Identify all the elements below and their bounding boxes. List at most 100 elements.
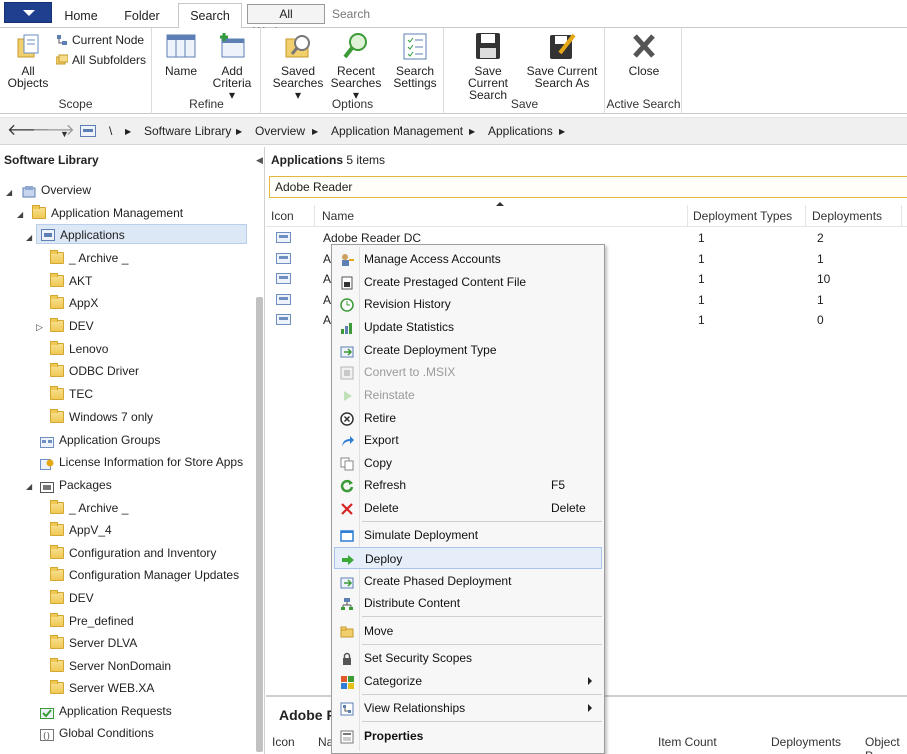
menu-item-distribute-content[interactable]: Distribute Content bbox=[334, 592, 602, 614]
menu-item-create-phased-deployment[interactable]: Create Phased Deployment bbox=[334, 570, 602, 592]
column-header-deployments[interactable]: Deployments bbox=[807, 205, 902, 227]
close-search-button[interactable]: Close bbox=[620, 31, 668, 77]
menu-item-refresh[interactable]: Refresh F5 bbox=[334, 474, 602, 496]
phased-deployment-icon bbox=[340, 574, 355, 589]
search-input[interactable]: Adobe Reader bbox=[269, 176, 907, 198]
tree-item-folder[interactable]: AppV_4 bbox=[50, 520, 112, 540]
overview-icon bbox=[22, 184, 36, 198]
tab-home[interactable]: Home bbox=[58, 4, 104, 28]
tree-item-folder[interactable]: _ Archive _ bbox=[50, 498, 128, 518]
menu-item-copy[interactable]: Copy bbox=[334, 452, 602, 474]
folder-icon bbox=[50, 272, 64, 287]
context-group-all-workspaces[interactable]: All Workspaces bbox=[247, 4, 325, 39]
floppy-disk-icon bbox=[472, 31, 504, 61]
tree-item-license-information[interactable]: License Information for Store Apps bbox=[40, 452, 243, 472]
file-menu-button[interactable] bbox=[4, 2, 52, 23]
column-header-deployment-types[interactable]: Deployment Types bbox=[688, 205, 806, 227]
application-icon bbox=[276, 294, 291, 305]
save-current-search-as-button[interactable]: Save Current Search As bbox=[525, 31, 599, 89]
name-button[interactable]: Name bbox=[163, 31, 199, 77]
tree-item-folder[interactable]: Configuration and Inventory bbox=[50, 543, 216, 563]
menu-item-delete[interactable]: Delete Delete bbox=[334, 497, 602, 519]
menu-item-retire[interactable]: Retire bbox=[334, 407, 602, 429]
menu-item-convert-to-msix[interactable]: Convert to .MSIX bbox=[334, 361, 602, 383]
save-current-search-button[interactable]: Save Current Search bbox=[453, 31, 523, 101]
tree-item-folder[interactable]: TEC bbox=[50, 384, 93, 404]
expand-toggle-icon[interactable]: ◢ bbox=[26, 482, 32, 491]
menu-item-create-deployment-type[interactable]: Create Deployment Type bbox=[334, 339, 602, 361]
menu-item-simulate-deployment[interactable]: Simulate Deployment bbox=[334, 524, 602, 546]
breadcrumb-overview[interactable]: Overview bbox=[255, 124, 305, 138]
expand-toggle-icon[interactable]: ◢ bbox=[26, 233, 32, 242]
tree-item-application-management[interactable]: Application Management bbox=[32, 203, 183, 223]
options-group-label: Options bbox=[331, 97, 374, 111]
tree-item-folder[interactable]: ODBC Driver bbox=[50, 361, 139, 381]
column-header-icon[interactable]: Icon bbox=[266, 205, 315, 227]
folder-icon bbox=[50, 634, 64, 649]
menu-item-move[interactable]: Move bbox=[334, 620, 602, 642]
tree-item-folder[interactable]: DEV bbox=[50, 588, 94, 608]
expand-arrow-icon[interactable]: ▷ bbox=[36, 322, 43, 333]
retire-icon bbox=[340, 411, 355, 426]
tree-item-folder[interactable]: AKT bbox=[50, 271, 92, 291]
tree-item-folder[interactable]: AppX bbox=[50, 293, 98, 313]
search-settings-button[interactable]: Search Settings bbox=[390, 31, 440, 89]
breadcrumb-software-library[interactable]: Software Library bbox=[144, 124, 231, 138]
column-header-name[interactable]: Name bbox=[317, 205, 688, 227]
breadcrumb-applications[interactable]: Applications bbox=[488, 124, 553, 138]
navigation-pane-scrollbar[interactable] bbox=[256, 297, 263, 752]
menu-item-create-prestaged-content-file[interactable]: Create Prestaged Content File bbox=[334, 271, 602, 293]
context-tab-search[interactable]: Search bbox=[332, 7, 370, 21]
application-icon bbox=[276, 273, 291, 284]
tree-item-application-groups[interactable]: Application Groups bbox=[40, 430, 160, 450]
tree-item-applications[interactable]: Applications bbox=[36, 224, 247, 244]
recent-searches-button[interactable]: Recent Searches ▾ bbox=[326, 31, 386, 101]
details-column-item-count[interactable]: Item Count bbox=[658, 735, 717, 749]
details-column-deployments[interactable]: Deployments bbox=[771, 735, 841, 749]
history-dropdown-icon[interactable]: ▼ bbox=[60, 126, 69, 142]
menu-item-set-security-scopes[interactable]: Set Security Scopes bbox=[334, 647, 602, 669]
close-search-label: Close bbox=[628, 64, 660, 78]
tree-item-folder[interactable]: Windows 7 only bbox=[50, 407, 153, 427]
details-column-object-path[interactable]: Object P bbox=[865, 735, 907, 754]
menu-item-manage-access-accounts[interactable]: Manage Access Accounts bbox=[334, 248, 602, 270]
menu-item-deploy[interactable]: Deploy bbox=[334, 547, 602, 569]
tree-item-folder[interactable]: Configuration Manager Updates bbox=[50, 565, 239, 585]
tree-item-global-conditions[interactable]: () Global Conditions bbox=[40, 723, 154, 743]
menu-item-properties[interactable]: Properties bbox=[334, 725, 602, 747]
tab-search[interactable]: Search bbox=[178, 3, 242, 29]
folder-icon bbox=[50, 249, 64, 264]
tree-item-folder[interactable]: Pre_defined bbox=[50, 611, 134, 631]
menu-item-reinstate[interactable]: Reinstate bbox=[334, 384, 602, 406]
add-criteria-button[interactable]: Add Criteria ▾ bbox=[209, 31, 255, 101]
tree-item-overview[interactable]: Overview bbox=[22, 180, 91, 200]
expand-toggle-icon[interactable]: ◢ bbox=[17, 210, 23, 219]
breadcrumb-application-management[interactable]: Application Management bbox=[331, 124, 463, 138]
breadcrumb-root[interactable]: \ bbox=[109, 124, 112, 138]
current-node-button[interactable]: Current Node bbox=[56, 32, 144, 48]
menu-item-categorize[interactable]: Categorize bbox=[334, 670, 602, 692]
tree-item-folder[interactable]: _ Archive _ bbox=[50, 248, 128, 268]
all-subfolders-button[interactable]: All Subfolders bbox=[55, 52, 146, 68]
tree-item-folder[interactable]: Server NonDomain bbox=[50, 656, 171, 676]
menu-item-view-relationships[interactable]: View Relationships bbox=[334, 697, 602, 719]
tree-item-folder[interactable]: Lenovo bbox=[50, 339, 108, 359]
tree-item-packages[interactable]: Packages bbox=[40, 475, 112, 495]
menu-item-update-statistics[interactable]: Update Statistics bbox=[334, 316, 602, 338]
all-objects-icon bbox=[12, 31, 44, 61]
all-objects-button[interactable]: All Objects bbox=[6, 31, 50, 89]
context-menu: Manage Access Accounts Create Prestaged … bbox=[331, 244, 605, 754]
tree-item-folder[interactable]: Server WEB.XA bbox=[50, 678, 154, 698]
expand-toggle-icon[interactable]: ◢ bbox=[6, 188, 12, 197]
folder-icon bbox=[50, 499, 64, 514]
menu-item-export[interactable]: Export bbox=[334, 429, 602, 451]
details-column-icon[interactable]: Icon bbox=[272, 735, 295, 749]
saved-searches-button[interactable]: Saved Searches ▾ bbox=[270, 31, 326, 101]
all-objects-label-2: Objects bbox=[7, 76, 49, 90]
collapse-pane-icon[interactable]: ◀ bbox=[256, 155, 263, 166]
tree-item-application-requests[interactable]: Application Requests bbox=[40, 701, 172, 721]
tree-item-folder[interactable]: Server DLVA bbox=[50, 633, 137, 653]
menu-item-revision-history[interactable]: Revision History bbox=[334, 293, 602, 315]
tree-item-folder[interactable]: DEV bbox=[50, 316, 94, 336]
tab-folder[interactable]: Folder bbox=[114, 4, 170, 28]
